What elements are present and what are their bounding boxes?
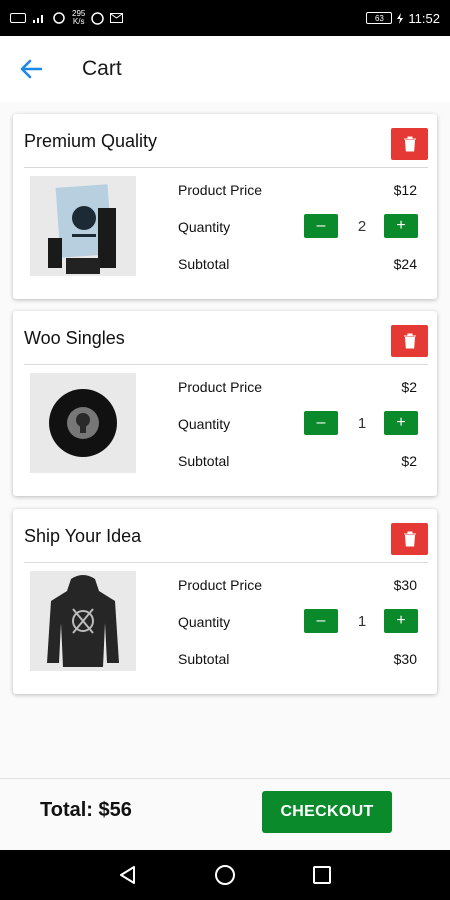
network-speed: 295 K/s	[72, 9, 86, 26]
trash-icon	[403, 136, 416, 152]
product-name: Woo Singles	[24, 328, 125, 348]
back-button[interactable]	[0, 36, 62, 102]
increase-quantity-button[interactable]: +	[384, 214, 418, 238]
plus-icon: +	[396, 217, 406, 234]
decrease-quantity-button[interactable]: –	[304, 609, 338, 633]
minus-icon: –	[316, 414, 326, 431]
divider	[24, 364, 428, 365]
poster-photo	[48, 184, 116, 274]
quantity-label: Quantity	[178, 416, 231, 432]
subtotal-label: Subtotal	[178, 453, 230, 469]
system-nav-bar	[0, 850, 450, 900]
divider	[24, 562, 428, 563]
quantity-value: 1	[357, 613, 367, 630]
plus-icon: +	[396, 414, 406, 431]
cart-item-card: Woo Singles Product Price $2 Quantity – …	[13, 311, 437, 496]
delete-button[interactable]	[391, 128, 428, 160]
price-label: Product Price	[178, 379, 263, 395]
divider	[24, 167, 428, 168]
gamepad-icon	[53, 12, 65, 24]
home-circle-icon[interactable]	[214, 864, 236, 886]
trash-icon	[403, 531, 416, 547]
product-name: Premium Quality	[24, 131, 158, 151]
checkout-button[interactable]: CHECKOUT	[262, 791, 392, 833]
increase-quantity-button[interactable]: +	[384, 609, 418, 633]
quantity-label: Quantity	[178, 614, 231, 630]
cart-item-card: Premium Quality Product Price $12 Quanti…	[13, 114, 437, 299]
product-image	[30, 571, 136, 671]
increase-quantity-button[interactable]: +	[384, 411, 418, 435]
charging-icon	[397, 12, 404, 24]
cart-footer: Total: $56 CHECKOUT	[0, 778, 450, 850]
cart-total: Total: $56	[40, 799, 132, 821]
decrease-quantity-button[interactable]: –	[304, 214, 338, 238]
price-label: Product Price	[178, 577, 263, 593]
price-value: $12	[393, 182, 417, 198]
back-triangle-icon[interactable]	[118, 865, 138, 885]
battery-icon: 63	[366, 12, 393, 24]
plus-icon: +	[396, 612, 406, 629]
status-bar: 295 K/s 63 11:52	[0, 0, 450, 36]
cart-list: Premium Quality Product Price $12 Quanti…	[0, 102, 450, 778]
price-value: $30	[393, 577, 417, 593]
delete-button[interactable]	[391, 523, 428, 555]
product-name: Ship Your Idea	[24, 526, 142, 546]
subtotal-value: $24	[393, 256, 417, 272]
vinyl-record-photo	[49, 389, 117, 457]
subtotal-label: Subtotal	[178, 651, 230, 667]
signal-icon	[33, 14, 43, 23]
cart-item-card: Ship Your Idea Product Price $30 Quantit…	[13, 509, 437, 694]
price-value: $2	[401, 379, 417, 395]
subtotal-label: Subtotal	[178, 256, 230, 272]
price-label: Product Price	[178, 182, 263, 198]
whatsapp-icon	[91, 11, 105, 25]
status-bar-right: 63 11:52	[366, 11, 440, 26]
subtotal-value: $30	[393, 651, 417, 667]
hoodie-photo	[47, 575, 119, 667]
delete-button[interactable]	[391, 325, 428, 357]
subtotal-value: $2	[401, 453, 417, 469]
product-image	[30, 373, 136, 473]
status-bar-left: 295 K/s	[10, 9, 124, 26]
quantity-label: Quantity	[178, 219, 231, 235]
minus-icon: –	[316, 217, 326, 234]
quantity-value: 2	[357, 218, 367, 235]
trash-icon	[403, 333, 416, 349]
arrow-left-icon	[20, 59, 42, 79]
quantity-value: 1	[357, 415, 367, 432]
gmail-icon	[110, 13, 124, 23]
clock: 11:52	[408, 10, 440, 26]
page-title: Cart	[82, 57, 122, 80]
recents-square-icon[interactable]	[312, 865, 332, 885]
app-bar: Cart	[0, 36, 450, 102]
minus-icon: –	[316, 612, 326, 629]
product-image	[30, 176, 136, 276]
volte-icon	[10, 13, 26, 23]
decrease-quantity-button[interactable]: –	[304, 411, 338, 435]
